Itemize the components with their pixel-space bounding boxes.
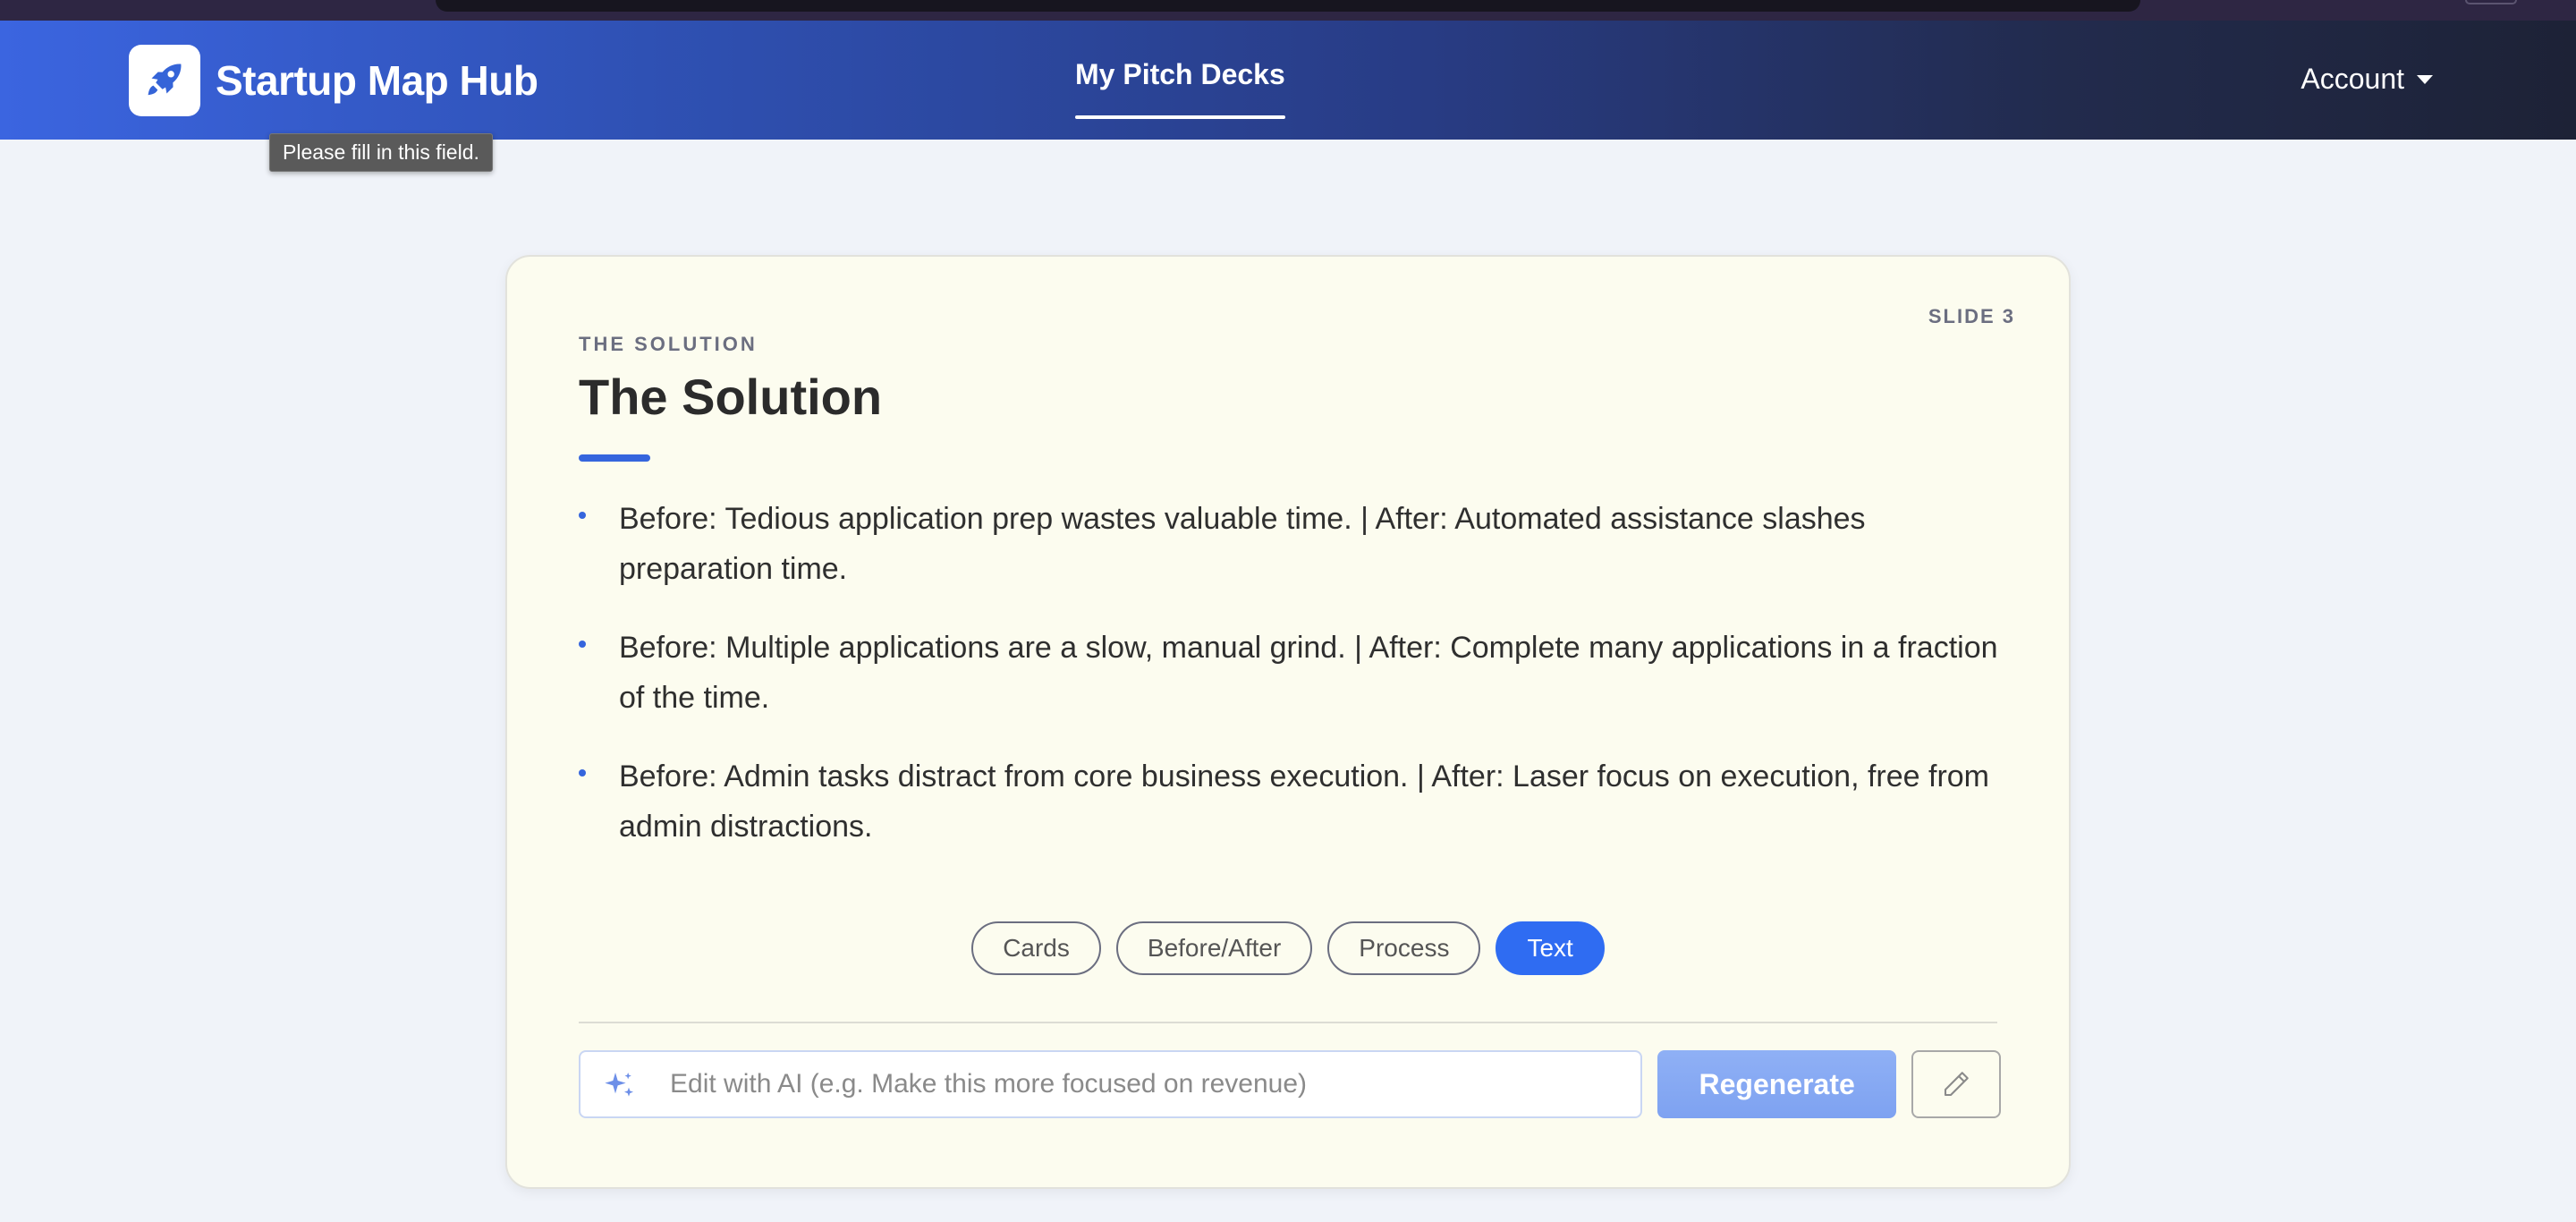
bullet-dot bbox=[579, 641, 586, 648]
ai-edit-bar: Regenerate bbox=[579, 1050, 2001, 1118]
bullet-item: Before: Tedious application prep wastes … bbox=[579, 494, 2010, 594]
caret-down-icon bbox=[2417, 74, 2433, 84]
nav-my-pitch-decks[interactable]: My Pitch Decks bbox=[1075, 58, 1285, 119]
bullet-dot bbox=[579, 769, 586, 776]
title-accent-line bbox=[579, 454, 650, 462]
divider bbox=[579, 1022, 1997, 1023]
brand-logo bbox=[129, 45, 200, 116]
top-navbar: Startup Map Hub My Pitch Decks Account bbox=[0, 21, 2576, 140]
rocket-icon bbox=[148, 64, 182, 96]
pencil-icon bbox=[1944, 1072, 1969, 1097]
bullet-item: Before: Admin tasks distract from core b… bbox=[579, 751, 2010, 852]
slide-eyebrow: THE SOLUTION bbox=[579, 333, 758, 355]
layout-cards-button[interactable]: Cards bbox=[971, 921, 1101, 975]
bullet-text: Before: Admin tasks distract from core b… bbox=[619, 760, 1989, 844]
layout-before-after-button[interactable]: Before/After bbox=[1115, 921, 1313, 975]
active-nav-indicator bbox=[1075, 115, 1285, 119]
layout-selector: Cards Before/After Process Text bbox=[507, 921, 2069, 975]
slide-number-label: SLIDE 3 bbox=[1928, 305, 2015, 327]
ai-edit-input[interactable] bbox=[670, 1052, 1627, 1116]
address-bar[interactable] bbox=[436, 0, 2140, 12]
slide-bullets: Before: Tedious application prep wastes … bbox=[579, 494, 2010, 880]
bullet-dot bbox=[579, 512, 586, 519]
browser-control[interactable] bbox=[2465, 0, 2517, 4]
layout-process-button[interactable]: Process bbox=[1327, 921, 1481, 975]
bullet-item: Before: Multiple applications are a slow… bbox=[579, 623, 2010, 723]
brand-link[interactable]: Startup Map Hub bbox=[129, 45, 538, 116]
sparkle-icon bbox=[605, 1073, 633, 1097]
layout-text-button[interactable]: Text bbox=[1496, 921, 1605, 975]
account-label: Account bbox=[2301, 63, 2404, 95]
bullet-text: Before: Multiple applications are a slow… bbox=[619, 631, 1998, 715]
nav-my-pitch-decks-label: My Pitch Decks bbox=[1075, 58, 1285, 90]
edit-slide-button[interactable] bbox=[1911, 1050, 2001, 1118]
validation-tooltip: Please fill in this field. bbox=[269, 133, 493, 172]
ai-edit-field[interactable] bbox=[579, 1050, 1643, 1118]
slide-card: SLIDE 3 THE SOLUTION The Solution Before… bbox=[505, 255, 2071, 1189]
browser-top-strip bbox=[0, 0, 2576, 21]
brand-name: Startup Map Hub bbox=[216, 57, 538, 104]
regenerate-button[interactable]: Regenerate bbox=[1657, 1050, 1897, 1118]
slide-title: The Solution bbox=[579, 369, 883, 425]
bullet-text: Before: Tedious application prep wastes … bbox=[619, 502, 1866, 586]
account-dropdown[interactable]: Account bbox=[2301, 63, 2433, 96]
